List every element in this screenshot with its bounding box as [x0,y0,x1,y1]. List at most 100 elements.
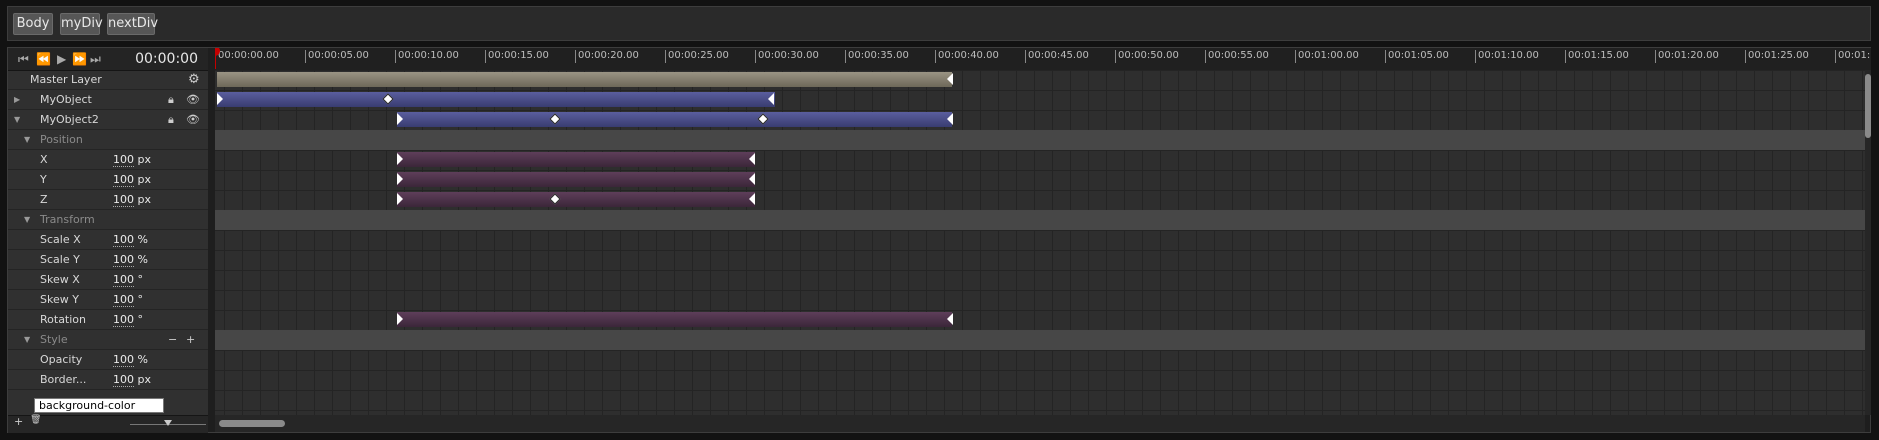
collapse-triangle-icon[interactable]: ▼ [24,130,30,149]
prop-value-rotation: 100 ° [113,310,143,329]
layer-row-master[interactable]: Master Layer ⚙ [8,70,208,90]
eye-icon[interactable]: 👁︎ [186,110,200,129]
prop-unit-x: px [137,153,152,166]
zoom-slider-handle[interactable] [164,420,172,426]
prop-row-skewx: Skew X 100 ° [8,270,208,290]
keyframe-grid[interactable] [215,70,1865,415]
collapse-triangle-icon[interactable]: ▼ [24,330,30,349]
group-label-style: Style [40,333,68,346]
ruler-tick-label: 00:00:50.00 [1115,50,1179,63]
remove-property-icon[interactable]: − [168,330,177,349]
breadcrumb-nextdiv[interactable]: nextDiv [107,13,158,35]
prop-label-z: Z [40,193,48,206]
collapse-triangle-icon[interactable]: ▼ [24,210,30,229]
prop-value-y-num[interactable]: 100 [113,173,134,187]
ruler-tick-label: 00:01:05.00 [1385,50,1449,63]
gear-icon[interactable]: ⚙ [188,70,200,89]
prop-row-x: X 100 px [8,150,208,170]
group-row-transform[interactable]: ▼ Transform [8,210,208,230]
horizontal-scrollbar[interactable] [215,415,1865,432]
prop-label-opacity: Opacity [40,353,83,366]
prop-row-rotation: Rotation 100 ° [8,310,208,330]
left-bottom-bar: + 🗑︎ [8,415,208,433]
keyframe-end[interactable] [749,193,755,205]
prop-value-border-num[interactable]: 100 [113,373,134,387]
step-forward-icon[interactable]: ⏩ [72,53,87,65]
layer-row-myobject[interactable]: ▶ MyObject 🔒︎ 👁︎ [8,90,208,110]
z-bar[interactable] [397,192,755,207]
prop-value-scaley-num[interactable]: 100 [113,253,134,267]
ruler-tick-label: 00:00:10.00 [395,50,459,63]
breadcrumb-mydiv[interactable]: myDiv [60,13,103,35]
prop-unit-skewy: ° [137,293,144,306]
ruler-tick-label: 00:00:15.00 [485,50,549,63]
add-layer-icon[interactable]: + [14,415,23,428]
prop-unit-scaley: % [137,253,148,266]
step-back-icon[interactable]: ⏪ [36,53,51,65]
go-to-end-icon[interactable]: ⏭ [90,53,101,65]
prop-value-skewx-num[interactable]: 100 [113,273,134,287]
group-label-transform: Transform [40,213,95,226]
layer-row-myobject2[interactable]: ▼ MyObject2 🔒︎ 👁︎ [8,110,208,130]
x-bar[interactable] [397,152,755,167]
rotation-bar[interactable] [397,312,952,327]
keyframe-start[interactable] [397,313,403,325]
breadcrumb-body[interactable]: Body [13,13,53,35]
prop-value-x-num[interactable]: 100 [113,153,134,167]
prop-value-z-num[interactable]: 100 [113,193,134,207]
prop-row-scaley: Scale Y 100 % [8,250,208,270]
prop-value-scaley: 100 % [113,250,148,269]
prop-value-rotation-num[interactable]: 100 [113,313,134,327]
prop-unit-z: px [137,193,152,206]
add-property-icon[interactable]: + [186,330,195,349]
go-to-start-icon[interactable]: ⏮ [18,53,29,65]
horizontal-scroll-thumb[interactable] [219,420,285,427]
timeline-area: 00:00:00.00 00:00:05.00 00:00:10.00 00:00:1… [215,48,1871,432]
expand-triangle-icon[interactable]: ▶ [14,90,20,109]
lock-icon[interactable]: 🔒︎ [168,110,174,129]
keyframe-end[interactable] [947,113,953,125]
vertical-scroll-thumb[interactable] [1865,74,1871,138]
group-row-style[interactable]: ▼ Style − + [8,330,208,350]
keyframe-start[interactable] [397,153,403,165]
keyframe-start[interactable] [217,93,223,105]
keyframe-end[interactable] [749,173,755,185]
prop-value-scalex-num[interactable]: 100 [113,233,134,247]
prop-value-skewy-num[interactable]: 100 [113,293,134,307]
new-property-input[interactable] [34,398,164,413]
myobject2-bar[interactable] [397,112,952,127]
myobject-bar[interactable] [217,92,775,107]
group-band-transform [215,210,1865,230]
prop-value-x: 100 px [113,150,151,169]
y-bar[interactable] [397,172,755,187]
play-icon[interactable]: ▶ [57,53,66,65]
time-ruler[interactable]: 00:00:00.00 00:00:05.00 00:00:10.00 00:00:1… [215,48,1871,71]
layer-label-master: Master Layer [30,73,102,86]
prop-unit-opacity: % [137,353,148,366]
prop-unit-scalex: % [137,233,148,246]
lock-icon[interactable]: 🔒︎ [168,90,174,109]
keyframe-end[interactable] [947,73,953,85]
group-band-position [215,130,1865,150]
delete-layer-icon[interactable]: 🗑︎ [30,415,41,425]
keyframe-start[interactable] [397,173,403,185]
ruler-tick-label: 00:00:00.00 [215,50,279,63]
prop-label-skewx: Skew X [40,273,80,286]
keyframe-end[interactable] [768,93,774,105]
prop-unit-border: px [137,373,152,386]
prop-value-opacity-num[interactable]: 100 [113,353,134,367]
master-layer-bar[interactable] [217,72,952,87]
keyframe-end[interactable] [947,313,953,325]
ruler-tick-label: 00:01:00.00 [1295,50,1359,63]
ruler-tick-label: 00:00:30.00 [755,50,819,63]
group-row-position[interactable]: ▼ Position [8,130,208,150]
ruler-tick-label: 00:01:15.00 [1565,50,1629,63]
layer-label-myobject: MyObject [40,93,92,106]
keyframe-end[interactable] [749,153,755,165]
vertical-scrollbar[interactable] [1865,70,1871,415]
collapse-triangle-icon[interactable]: ▼ [14,110,20,129]
keyframe-start[interactable] [397,193,403,205]
keyframe-start[interactable] [397,113,403,125]
prop-row-skewy: Skew Y 100 ° [8,290,208,310]
eye-icon[interactable]: 👁︎ [186,90,200,109]
